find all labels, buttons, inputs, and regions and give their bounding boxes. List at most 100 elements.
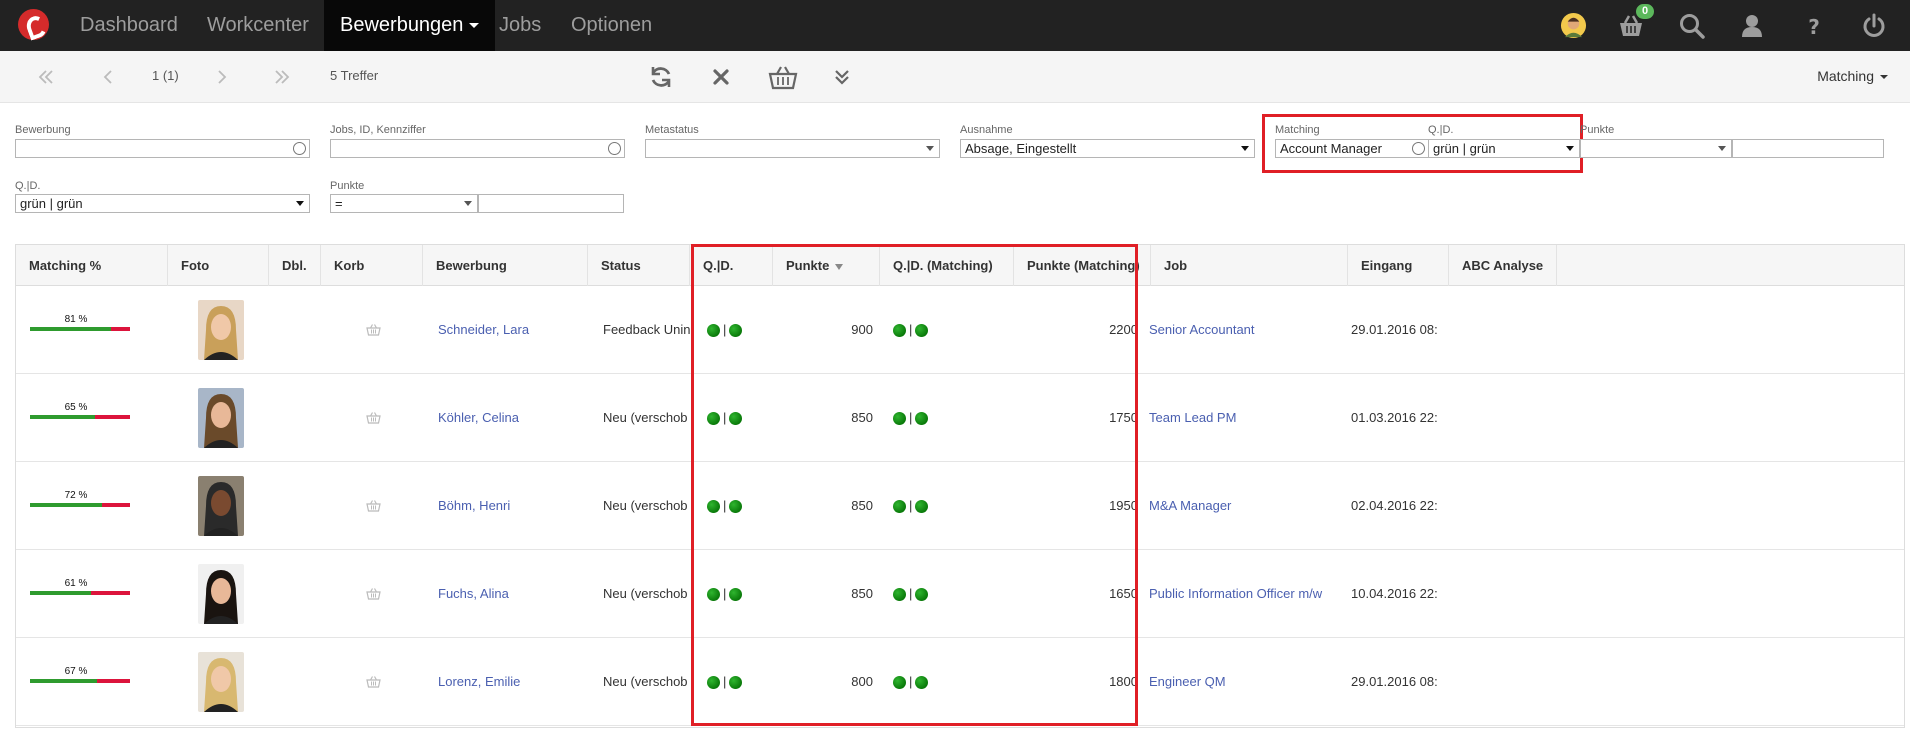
dropdown-arrow-icon bbox=[464, 201, 472, 206]
applicant-name-link[interactable]: Fuchs, Alina bbox=[438, 550, 588, 638]
job-link[interactable]: Engineer QM bbox=[1149, 638, 1348, 726]
applicant-photo[interactable] bbox=[198, 564, 244, 624]
col-status[interactable]: Status bbox=[588, 245, 690, 286]
matching-menu[interactable]: Matching bbox=[1817, 68, 1888, 84]
search-circle-icon bbox=[293, 142, 306, 155]
ausnahme-select[interactable]: Absage, Eingestellt bbox=[960, 139, 1255, 158]
punkte-operator-select[interactable]: = bbox=[330, 194, 478, 213]
filter-label-ausnahme: Ausnahme bbox=[960, 124, 1013, 136]
dropdown-arrow-icon bbox=[926, 146, 934, 151]
punkte-matching-operator-select[interactable] bbox=[1580, 139, 1732, 158]
col-job[interactable]: Job bbox=[1151, 245, 1348, 286]
job-link[interactable]: Team Lead PM bbox=[1149, 374, 1348, 462]
basket-count-badge: 0 bbox=[1636, 4, 1654, 19]
status-text: Neu (verschob bbox=[603, 674, 688, 689]
matching-percent: 67 % bbox=[64, 666, 88, 677]
applicant-photo[interactable] bbox=[198, 476, 244, 536]
prev-page-icon[interactable] bbox=[94, 63, 122, 91]
applicant-name-link[interactable]: Böhm, Henri bbox=[438, 462, 588, 550]
last-page-icon[interactable] bbox=[268, 63, 296, 91]
next-page-icon[interactable] bbox=[208, 63, 236, 91]
refresh-icon[interactable] bbox=[647, 63, 675, 91]
power-icon[interactable] bbox=[1860, 12, 1888, 40]
filter-label-punkte-matching: Punkte bbox=[1580, 124, 1615, 136]
matching-filter-highlight bbox=[1262, 114, 1583, 173]
applicant-photo[interactable] bbox=[198, 300, 244, 360]
matching-bar bbox=[30, 591, 130, 595]
eingang-date: 29.01.2016 08: bbox=[1351, 322, 1438, 337]
applicant-name-link[interactable]: Lorenz, Emilie bbox=[438, 638, 588, 726]
eingang-date: 29.01.2016 08: bbox=[1351, 674, 1438, 689]
applicant-photo[interactable] bbox=[198, 388, 244, 448]
svg-text:?: ? bbox=[1808, 15, 1820, 39]
dropdown-arrow-icon bbox=[1241, 146, 1249, 151]
job-link[interactable]: Public Information Officer m/w bbox=[1149, 550, 1348, 638]
clear-filter-icon[interactable] bbox=[707, 63, 735, 91]
jobs-filter-input[interactable] bbox=[330, 139, 625, 158]
nav-bewerbungen[interactable]: Bewerbungen bbox=[324, 0, 496, 51]
punkte-matching-value-input[interactable] bbox=[1732, 139, 1884, 158]
punkte-value-input[interactable] bbox=[478, 194, 624, 213]
matching-bar-fill bbox=[30, 679, 97, 683]
applicant-name-link[interactable]: Schneider, Lara bbox=[438, 286, 588, 374]
metastatus-select[interactable] bbox=[645, 139, 940, 158]
app-logo[interactable] bbox=[18, 9, 49, 40]
col-bewerbung[interactable]: Bewerbung bbox=[423, 245, 588, 286]
nav-jobs[interactable]: Jobs bbox=[483, 0, 557, 51]
search-icon[interactable] bbox=[1678, 12, 1706, 40]
filter-label-bewerbung: Bewerbung bbox=[15, 124, 71, 136]
matching-bar bbox=[30, 327, 130, 331]
bewerbung-filter-input[interactable] bbox=[15, 139, 310, 158]
status-text: Neu (verschob bbox=[603, 498, 688, 513]
applicant-photo[interactable] bbox=[198, 652, 244, 712]
qd-select[interactable]: grün | grün bbox=[15, 194, 310, 213]
col-abc-analyse[interactable]: ABC Analyse bbox=[1449, 245, 1557, 286]
matching-percent: 61 % bbox=[64, 578, 88, 589]
status-text: Neu (verschob bbox=[603, 410, 688, 425]
col-eingang[interactable]: Eingang bbox=[1348, 245, 1449, 286]
filter-label-jobs: Jobs, ID, Kennziffer bbox=[330, 124, 426, 136]
col-foto[interactable]: Foto bbox=[168, 245, 269, 286]
applicant-name-link[interactable]: Köhler, Celina bbox=[438, 374, 588, 462]
add-to-basket-icon[interactable] bbox=[768, 63, 798, 91]
col-korb[interactable]: Korb bbox=[321, 245, 423, 286]
nav-workcenter[interactable]: Workcenter bbox=[191, 0, 325, 51]
matching-score: 67 % bbox=[30, 666, 130, 683]
eingang-date: 10.04.2016 22: bbox=[1351, 586, 1438, 601]
expand-filters-icon[interactable] bbox=[828, 63, 856, 91]
matching-bar-fill bbox=[30, 415, 95, 419]
filter-label-qd: Q.|D. bbox=[15, 180, 41, 192]
ausnahme-value: Absage, Eingestellt bbox=[965, 141, 1077, 156]
col-matching[interactable]: Matching % bbox=[16, 245, 168, 286]
basket-icon[interactable] bbox=[366, 411, 381, 424]
matching-bar bbox=[30, 415, 130, 419]
first-page-icon[interactable] bbox=[32, 63, 60, 91]
matching-bar-fill bbox=[30, 591, 91, 595]
matching-score: 81 % bbox=[30, 314, 130, 331]
chevron-down-icon bbox=[469, 23, 480, 29]
matching-bar-fill bbox=[30, 327, 111, 331]
nav-optionen[interactable]: Optionen bbox=[555, 0, 668, 51]
job-link[interactable]: M&A Manager bbox=[1149, 462, 1348, 550]
eingang-date: 01.03.2016 22: bbox=[1351, 410, 1438, 425]
job-link[interactable]: Senior Accountant bbox=[1149, 286, 1348, 374]
matching-percent: 72 % bbox=[64, 490, 88, 501]
matching-bar bbox=[30, 679, 130, 683]
basket-icon[interactable] bbox=[366, 323, 381, 336]
eingang-date: 02.04.2016 22: bbox=[1351, 498, 1438, 513]
basket-icon[interactable] bbox=[366, 675, 381, 688]
qd-punkte-highlight bbox=[691, 244, 1138, 726]
caret-down-icon bbox=[1880, 75, 1888, 80]
punkte-operator-value: = bbox=[335, 196, 343, 211]
page-indicator: 1 (1) bbox=[152, 68, 179, 83]
user-icon[interactable] bbox=[1738, 12, 1766, 40]
col-dbl[interactable]: Dbl. bbox=[269, 245, 321, 286]
help-icon[interactable]: ? bbox=[1800, 12, 1828, 40]
basket-icon[interactable] bbox=[366, 587, 381, 600]
nav-bewerbungen-label: Bewerbungen bbox=[340, 14, 464, 36]
user-avatar[interactable] bbox=[1560, 12, 1587, 39]
basket-icon[interactable] bbox=[366, 499, 381, 512]
filter-label-metastatus: Metastatus bbox=[645, 124, 699, 136]
nav-dashboard[interactable]: Dashboard bbox=[64, 0, 194, 51]
filter-label-punkte: Punkte bbox=[330, 180, 365, 192]
